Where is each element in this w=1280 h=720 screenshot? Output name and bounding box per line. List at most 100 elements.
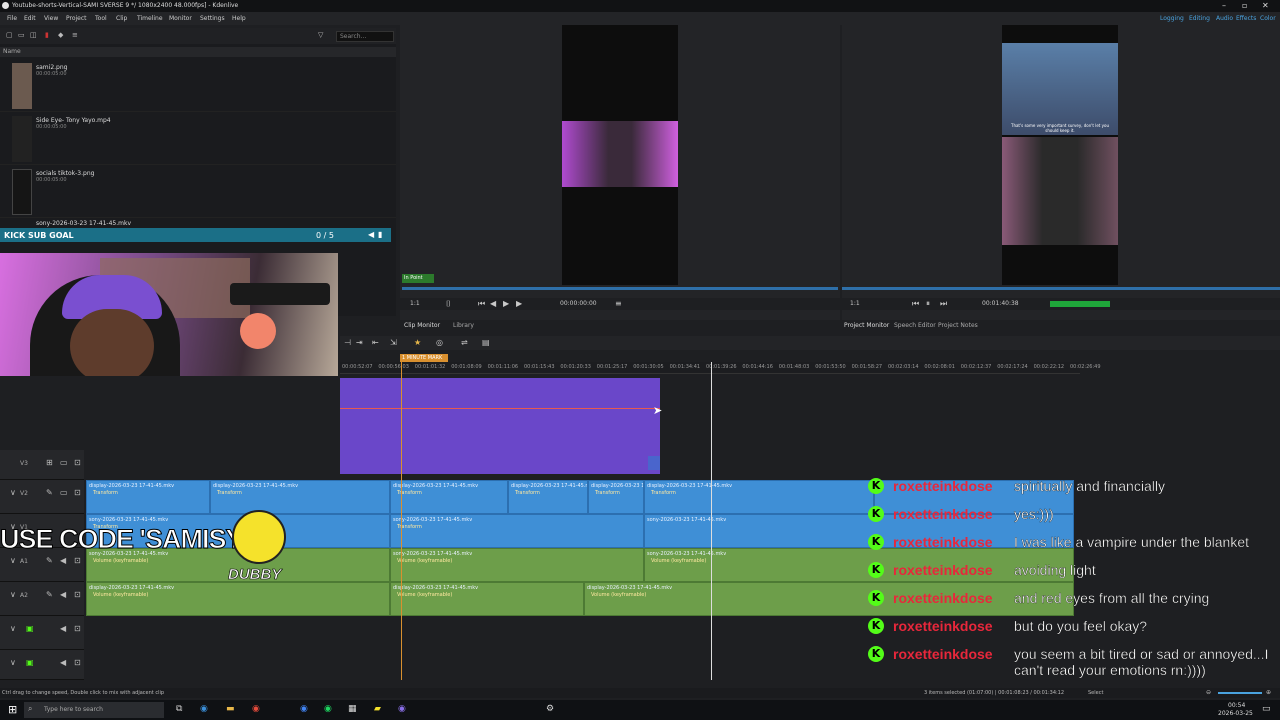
speaker-icon[interactable]: ◀	[60, 590, 66, 599]
lift-icon[interactable]: ⇤	[372, 338, 379, 347]
menu-edit[interactable]: Edit	[24, 15, 36, 22]
hide-icon[interactable]: ▭	[60, 458, 68, 467]
timeline-clip[interactable]: display-2026-03-23 17-41-45.mkvTransform	[390, 480, 508, 514]
clock-time[interactable]: 00:54	[1228, 702, 1245, 709]
track-target-icon[interactable]: ▣	[26, 658, 34, 667]
timeline-clip[interactable]: display-2026-03-23 17-41-45.mkvTransform	[588, 480, 644, 514]
lock-icon[interactable]: ⊡	[74, 488, 81, 497]
project-timecode[interactable]: 00:01:40:38	[982, 300, 1019, 307]
lock-icon[interactable]: ⊡	[74, 658, 81, 667]
rewind-icon[interactable]: ⏮	[478, 299, 485, 309]
collapse-icon[interactable]: ∨	[10, 488, 16, 497]
app-icon[interactable]: ◉	[252, 704, 260, 714]
snap-icon[interactable]: ◎	[436, 338, 443, 347]
pause-icon[interactable]: ⏸	[926, 299, 930, 309]
track-header-a2[interactable]: ∨ A2 ✎ ◀ ⊡	[0, 582, 84, 616]
collapse-icon[interactable]: ∨	[10, 624, 16, 633]
zoom-out-icon[interactable]: ⊖	[1206, 689, 1211, 696]
audio-clip[interactable]: sony-2026-03-23 17-41-45.mkv Volume (keyf…	[644, 548, 1074, 582]
bin-clip-item[interactable]: sami2.png 00:00:05:00	[0, 60, 396, 112]
ripple-icon[interactable]: ⇥	[356, 338, 363, 347]
tab-project-notes[interactable]: Project Notes	[938, 322, 978, 329]
timeline-menu-icon[interactable]: ▤	[482, 338, 490, 347]
tab-library[interactable]: Library	[453, 322, 474, 329]
speaker-icon[interactable]: ◀	[60, 556, 66, 565]
obs-icon[interactable]: ◉	[398, 704, 406, 714]
bin-search-input[interactable]: Search...	[336, 31, 394, 42]
menu-settings[interactable]: Settings	[200, 15, 225, 22]
menu-timeline[interactable]: Timeline	[137, 15, 163, 22]
timeline-ruler[interactable]: 00:00:52:07 00:00:56:03 00:01:01:32 00:01:0…	[340, 362, 1101, 374]
menu-clip[interactable]: Clip	[116, 15, 127, 22]
next-frame-icon[interactable]: ▶	[516, 299, 522, 308]
speaker-icon[interactable]: ◀	[60, 658, 66, 667]
menu-monitor[interactable]: Monitor	[169, 15, 192, 22]
new-folder-icon[interactable]: ◫	[30, 32, 37, 39]
audio-clip[interactable]: display-2026-03-23 17-41-45.mkv Volume (k…	[584, 582, 1074, 616]
folder-icon[interactable]: ▰	[374, 704, 381, 714]
forward-icon[interactable]: ⏭	[940, 299, 947, 309]
lock-icon[interactable]: ⊡	[74, 590, 81, 599]
clip-progress[interactable]	[402, 287, 838, 290]
favorite-icon[interactable]: ★	[414, 338, 421, 347]
timeline-clip[interactable]: sony-2026-03-23 17-41-45.mkv Transform	[390, 514, 644, 548]
in-out-icon[interactable]: ⌷	[446, 299, 451, 309]
audio-clip[interactable]: display-2026-03-23 17-41-45.mkv Volume (k…	[86, 582, 390, 616]
spotify-icon[interactable]: ◉	[324, 704, 332, 714]
guide-marker[interactable]: 1 MINUTE MARK	[400, 354, 448, 362]
menu-help[interactable]: Help	[232, 15, 246, 22]
edit-icon[interactable]: ✎	[46, 488, 53, 497]
audio-clip[interactable]: display-2026-03-23 17-41-45.mkv Volume (k…	[390, 582, 584, 616]
select-tool[interactable]: Select	[1088, 690, 1103, 696]
timeline-clip[interactable]: display-2026-03-23 17-41-45.mkvTransform	[508, 480, 588, 514]
add-clip-icon[interactable]: ▢	[6, 32, 13, 39]
lock-icon[interactable]: ⊡	[74, 624, 81, 633]
collapse-icon[interactable]: ∨	[10, 658, 16, 667]
track-header-v3[interactable]: V3 ⊞ ▭ ⊡	[0, 450, 84, 480]
zoom-select[interactable]: 1:1	[410, 300, 420, 307]
edit-icon[interactable]: ✎	[46, 556, 53, 565]
workspace-logging[interactable]: Logging	[1160, 15, 1184, 22]
bin-column-name[interactable]: Name	[0, 47, 396, 57]
chrome-icon[interactable]: ◉	[300, 704, 308, 714]
mixer-icon[interactable]: ⇌	[461, 338, 468, 347]
menu-view[interactable]: View	[44, 15, 58, 22]
timeline-clip[interactable]: sony-2026-03-23 17-41-45.mkv	[644, 514, 1074, 548]
record-icon[interactable]: ▮	[45, 32, 52, 39]
speaker-icon[interactable]: ◀	[60, 624, 66, 633]
settings-icon[interactable]: ⚙	[546, 704, 554, 714]
tab-clip-monitor[interactable]: Clip Monitor	[404, 322, 440, 329]
close-icon[interactable]: ✕	[1262, 1, 1269, 10]
workspace-color[interactable]: Color	[1260, 15, 1276, 22]
explorer-icon[interactable]: ▬	[226, 704, 235, 714]
tag-icon[interactable]: ◆	[58, 32, 65, 39]
play-icon[interactable]: ▶	[503, 299, 509, 308]
track-target-icon[interactable]: ▣	[26, 624, 34, 633]
clock-date[interactable]: 2026-03-25	[1218, 710, 1253, 717]
menu-project[interactable]: Project	[66, 15, 87, 22]
lock-icon[interactable]: ⊞	[46, 458, 53, 467]
rewind-icon[interactable]: ⏮	[912, 299, 919, 309]
filter-icon[interactable]: ▽	[318, 32, 325, 39]
split-icon[interactable]: ⊣	[344, 338, 351, 347]
kdenlive-icon[interactable]: ▦	[348, 704, 357, 714]
overwrite-icon[interactable]: ⇲	[390, 338, 397, 347]
folder-icon[interactable]: ▭	[18, 32, 25, 39]
zoom-select[interactable]: 1:1	[850, 300, 860, 307]
lock-icon[interactable]: ⊡	[74, 556, 81, 565]
collapse-icon[interactable]: ∨	[10, 556, 16, 565]
prev-frame-icon[interactable]: ◀	[490, 299, 496, 308]
task-view-icon[interactable]: ⧉	[176, 704, 182, 714]
bin-clip-item[interactable]: Side Eye- Tony Yayo.mp4 00:00:05:00	[0, 113, 396, 165]
playhead[interactable]	[711, 362, 712, 680]
mute-icon[interactable]: ⊡	[74, 458, 81, 467]
track-header-a3[interactable]: ∨ ▣ ◀ ⊡	[0, 616, 84, 650]
bin-clip-item[interactable]: socials tiktok-3.png 00:00:05:00	[0, 166, 396, 218]
timeline-clip[interactable]: display-2026-03-23 17-41-45.mkvTransform	[86, 480, 210, 514]
track-header-v2[interactable]: ∨ V2 ✎ ▭ ⊡	[0, 480, 84, 514]
taskbar-search[interactable]: ⌕ Type here to search	[24, 702, 164, 718]
minimize-icon[interactable]: –	[1222, 1, 1226, 10]
tab-speech-editor[interactable]: Speech Editor	[894, 322, 936, 329]
workspace-audio[interactable]: Audio	[1216, 15, 1233, 22]
menu-icon[interactable]: ≡	[72, 32, 79, 39]
